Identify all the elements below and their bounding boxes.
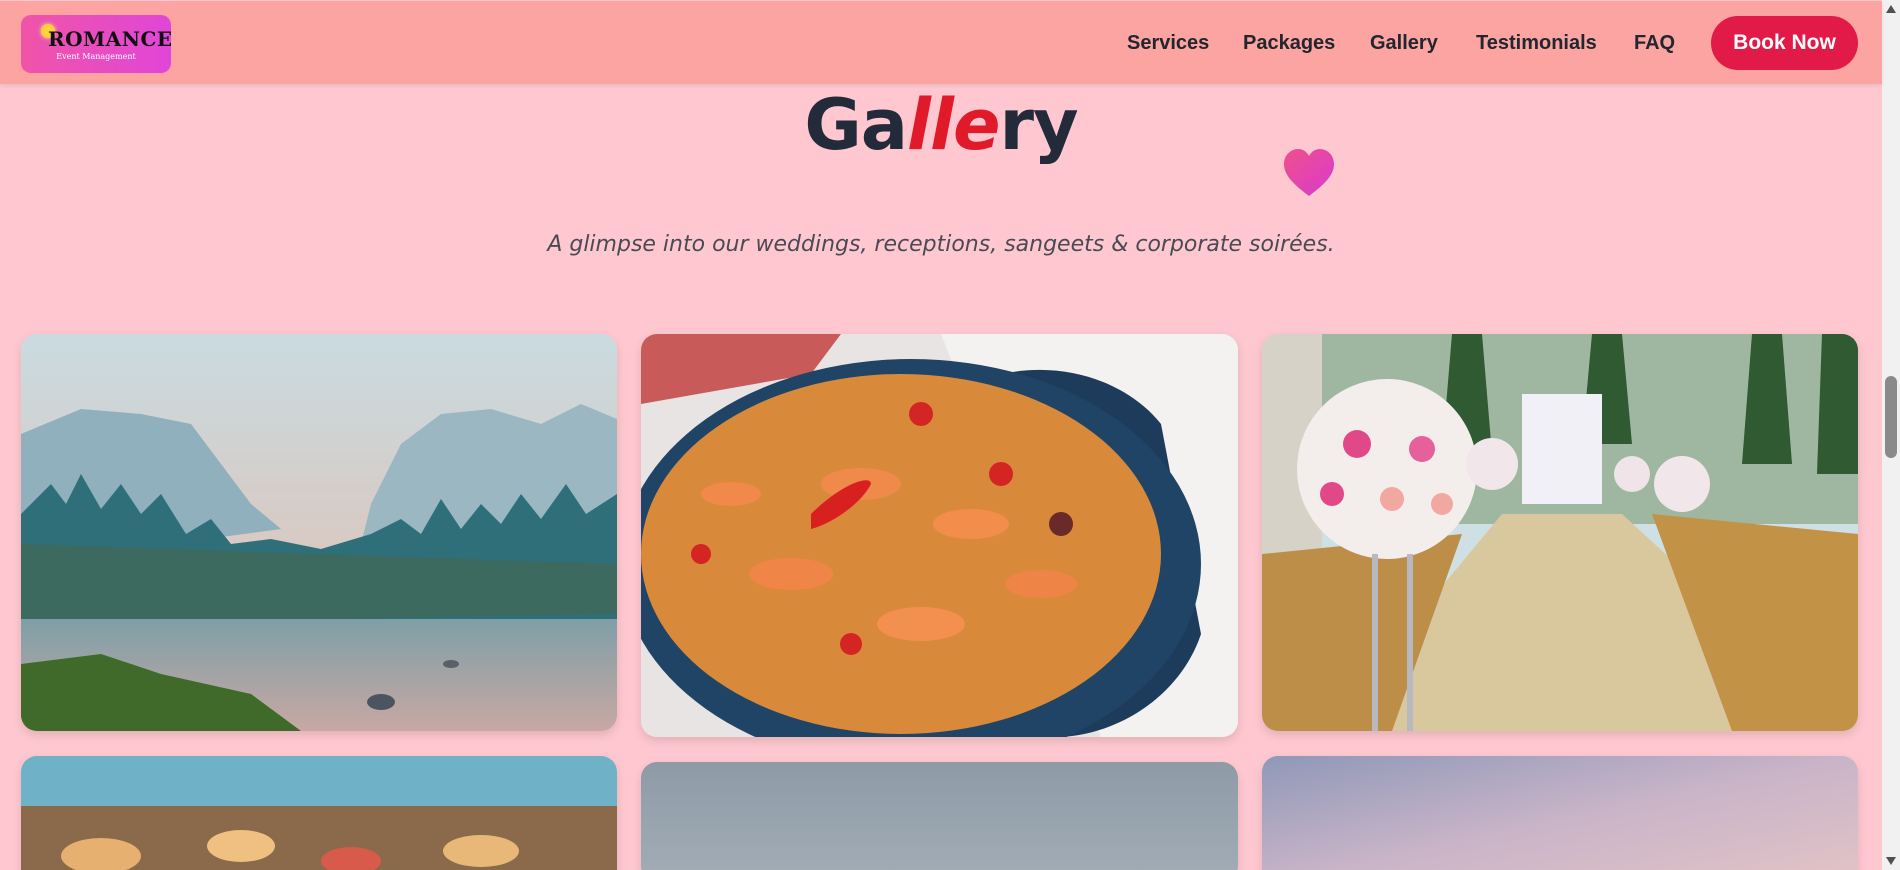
heart-icon	[1284, 149, 1334, 196]
scroll-down-arrow-icon[interactable]	[1886, 857, 1896, 865]
nav-testimonials[interactable]: Testimonials	[1476, 32, 1597, 55]
nav-faq[interactable]: FAQ	[1634, 32, 1675, 55]
title-end: ry	[999, 84, 1079, 166]
gallery-image-wedding-aisle[interactable]	[1262, 334, 1858, 731]
page-subtitle: A glimpse into our weddings, receptions,…	[547, 232, 1335, 257]
scroll-up-arrow-icon[interactable]	[1886, 5, 1896, 13]
gallery-image-grey-sky[interactable]	[641, 762, 1238, 870]
gallery-image-buffet[interactable]	[21, 756, 617, 870]
logo-title: ROMANCE	[48, 27, 171, 51]
brand-logo[interactable]: ROMANCE Event Management	[21, 15, 171, 73]
title-accent: lle	[907, 84, 1000, 166]
nav-services[interactable]: Services	[1127, 32, 1209, 55]
gallery-image-sunset-sky[interactable]	[1262, 756, 1858, 870]
book-now-button[interactable]: Book Now	[1711, 16, 1858, 70]
nav-packages[interactable]: Packages	[1243, 32, 1335, 55]
page-title: Gallery	[0, 84, 1882, 166]
logo-subtitle: Event Management	[56, 52, 136, 61]
site-header: ROMANCE Event Management Services Packag…	[0, 1, 1882, 84]
page-scrollbar[interactable]	[1882, 0, 1900, 870]
nav-gallery[interactable]: Gallery	[1370, 32, 1438, 55]
gallery-image-mountain-valley[interactable]	[21, 334, 617, 731]
title-start: Ga	[804, 84, 908, 166]
gallery-image-paella[interactable]	[641, 334, 1238, 737]
scrollbar-thumb[interactable]	[1885, 376, 1897, 458]
